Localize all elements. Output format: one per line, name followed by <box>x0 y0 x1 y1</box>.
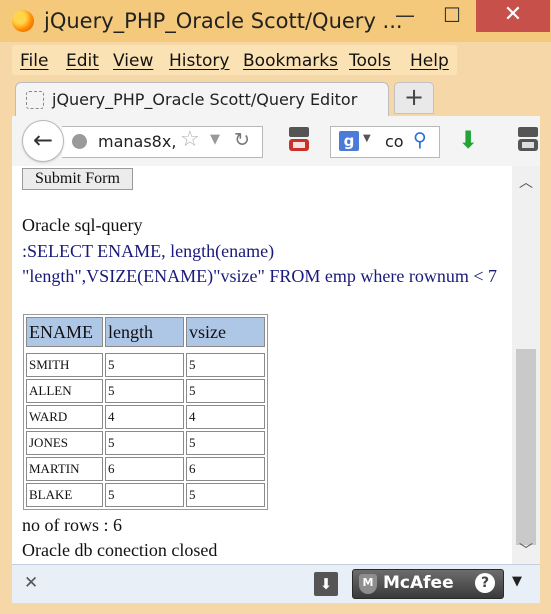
cell-length: 5 <box>105 431 184 455</box>
url-bar[interactable]: manas8x, ☆ ▼ ↻ <box>62 126 263 158</box>
connection-status-text: Oracle db conection closed <box>22 540 218 560</box>
title-bar: jQuery_PHP_Oracle Scott/Query ... — ☐ ✕ <box>0 0 551 42</box>
scrollbar-thumb[interactable] <box>516 349 536 545</box>
menu-edit[interactable]: Edit <box>66 51 99 71</box>
cell-vsize: 5 <box>186 431 265 455</box>
cell-ename: SMITH <box>26 353 103 377</box>
cell-ename: ALLEN <box>26 379 103 403</box>
row-count-text: no of rows : 6 <box>22 515 122 535</box>
star-icon[interactable]: ☆ <box>180 127 200 152</box>
menu-bar: File Edit View History Bookmarks Tools H… <box>12 45 457 75</box>
google-icon[interactable]: g <box>339 131 359 151</box>
column-header-ename: ENAME <box>26 317 103 347</box>
results-table: ENAME length vsize SMITH 5 5 ALLEN 5 5 W… <box>23 314 268 510</box>
cell-ename: BLAKE <box>26 483 103 507</box>
close-button[interactable]: ✕ <box>476 0 550 32</box>
search-icon[interactable]: ⚲ <box>413 129 427 151</box>
menu-help[interactable]: Help <box>410 51 449 71</box>
table-row: MARTIN 6 6 <box>26 457 265 481</box>
youtube-icon[interactable] <box>517 126 539 152</box>
submit-form-button[interactable]: Submit Form <box>22 168 133 190</box>
search-engine-dropdown-icon[interactable]: ▼ <box>363 133 371 144</box>
mcafee-label: McAfee <box>383 573 454 593</box>
column-header-vsize: vsize <box>186 317 265 347</box>
window-title: jQuery_PHP_Oracle Scott/Query ... <box>44 9 403 33</box>
table-row: ALLEN 5 5 <box>26 379 265 403</box>
history-dropdown-icon[interactable]: ▼ <box>210 132 220 147</box>
cell-vsize: 4 <box>186 405 265 429</box>
vertical-scrollbar[interactable]: ︿ ﹀ <box>512 166 540 564</box>
url-text[interactable]: manas8x, <box>98 132 176 151</box>
minimize-button[interactable]: — <box>383 0 427 32</box>
help-icon[interactable]: ? <box>475 573 495 593</box>
table-row: SMITH 5 5 <box>26 353 265 377</box>
firefox-icon <box>12 10 34 32</box>
menu-file[interactable]: File <box>20 51 48 71</box>
cell-vsize: 5 <box>186 353 265 377</box>
cell-length: 6 <box>105 457 184 481</box>
close-addon-bar-icon[interactable]: ✕ <box>24 573 38 593</box>
page-content: Submit Form Oracle sql-query :SELECT ENA… <box>12 166 512 564</box>
cell-vsize: 5 <box>186 483 265 507</box>
cell-ename: MARTIN <box>26 457 103 481</box>
menu-dropdown-icon[interactable]: ▼ <box>512 574 522 589</box>
new-tab-button[interactable]: + <box>394 82 434 114</box>
section-label: Oracle sql-query <box>22 215 143 235</box>
cell-length: 5 <box>105 353 184 377</box>
download-icon[interactable]: ⬇ <box>314 572 338 596</box>
tab-query-editor[interactable]: jQuery_PHP_Oracle Scott/Query Editor <box>15 82 389 117</box>
cell-length: 5 <box>105 483 184 507</box>
addon-bar: ✕ ⬇ M McAfee ? ▼ <box>12 564 540 603</box>
cell-length: 5 <box>105 379 184 403</box>
scroll-up-icon[interactable]: ︿ <box>512 172 540 192</box>
table-row: JONES 5 5 <box>26 431 265 455</box>
globe-icon[interactable] <box>72 134 87 149</box>
youtube-icon[interactable] <box>288 126 310 152</box>
mcafee-button[interactable]: M McAfee ? <box>352 569 504 599</box>
cell-vsize: 5 <box>186 379 265 403</box>
table-row: WARD 4 4 <box>26 405 265 429</box>
tab-label: jQuery_PHP_Oracle Scott/Query Editor <box>52 90 358 109</box>
cell-vsize: 6 <box>186 457 265 481</box>
table-row: BLAKE 5 5 <box>26 483 265 507</box>
download-icon[interactable]: ⬇ <box>458 126 478 154</box>
cell-ename: JONES <box>26 431 103 455</box>
back-button[interactable]: ← <box>22 120 64 162</box>
cell-length: 4 <box>105 405 184 429</box>
menu-bookmarks[interactable]: Bookmarks <box>243 51 338 71</box>
cell-ename: WARD <box>26 405 103 429</box>
maximize-button[interactable]: ☐ <box>430 0 474 32</box>
column-header-length: length <box>105 317 184 347</box>
search-input[interactable]: co <box>385 132 404 151</box>
shield-icon: M <box>359 574 377 594</box>
scroll-down-icon[interactable]: ﹀ <box>512 540 540 560</box>
menu-tools[interactable]: Tools <box>349 51 391 71</box>
sql-query-text: :SELECT ENAME, length(ename) "length",VS… <box>22 241 497 286</box>
search-box[interactable]: g ▼ co ⚲ <box>330 126 440 158</box>
page-icon <box>26 91 44 109</box>
menu-view[interactable]: View <box>113 51 153 71</box>
navigation-toolbar: manas8x, ☆ ▼ ↻ ← g ▼ co ⚲ ⬇ <box>12 116 540 167</box>
reload-icon[interactable]: ↻ <box>234 129 250 151</box>
menu-history[interactable]: History <box>169 51 229 71</box>
